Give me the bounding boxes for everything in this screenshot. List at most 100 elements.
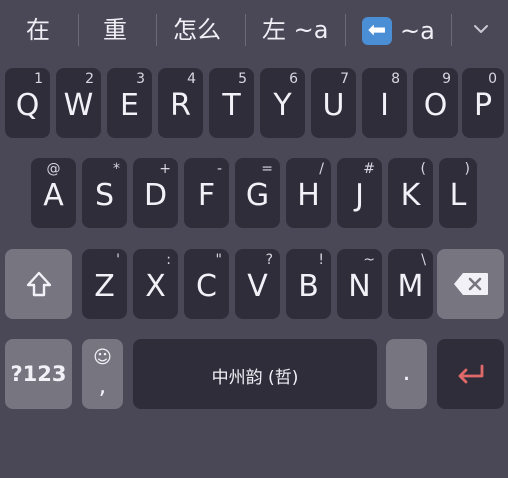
expand-candidates-chevron-down-icon[interactable]	[470, 16, 492, 42]
comma-label: ,	[98, 371, 107, 399]
key-hint: 4	[187, 71, 196, 87]
shift-key[interactable]	[5, 249, 72, 319]
key-letter: I	[380, 88, 389, 123]
key-hint: (	[420, 161, 426, 177]
key-letter: T	[222, 88, 241, 123]
candidate-4[interactable]: 左 ~a	[262, 12, 328, 48]
key-u[interactable]: 7U	[311, 68, 356, 138]
key-letter: G	[245, 178, 270, 213]
key-m[interactable]: \ M	[388, 249, 433, 319]
key-hint: 5	[238, 71, 247, 87]
key-hint: ?	[265, 252, 273, 268]
key-a[interactable]: @ A	[31, 158, 76, 228]
key-p[interactable]: 0P	[462, 68, 504, 138]
period-key[interactable]: .	[386, 339, 427, 409]
key-w[interactable]: 2W	[56, 68, 101, 138]
shift-arrow-icon	[25, 270, 53, 298]
key-letter: W	[63, 88, 94, 123]
key-letter: U	[322, 88, 345, 123]
key-t[interactable]: 5T	[209, 68, 254, 138]
key-hint: 3	[136, 71, 145, 87]
key-letter: R	[170, 88, 191, 123]
key-letter: K	[400, 178, 421, 213]
key-o[interactable]: 9O	[413, 68, 458, 138]
candidate-5[interactable]: ⬅ ~a	[362, 12, 435, 48]
key-letter: D	[143, 178, 168, 213]
key-letter: Q	[15, 88, 40, 123]
candidate-1[interactable]: 在	[26, 12, 50, 48]
key-hint: 7	[340, 71, 349, 87]
key-letter: S	[94, 178, 115, 213]
key-hint: 0	[488, 71, 497, 87]
smiley-icon: ☺	[93, 347, 112, 368]
space-key[interactable]: 中州韵 (哲)	[133, 339, 377, 409]
key-letter: H	[297, 178, 320, 213]
key-y[interactable]: 6Y	[260, 68, 305, 138]
key-hint: 6	[289, 71, 298, 87]
key-letter: L	[449, 178, 467, 213]
key-f[interactable]: -F	[184, 158, 229, 228]
key-v[interactable]: ? V	[235, 249, 280, 319]
key-n[interactable]: ~ N	[337, 249, 382, 319]
key-hint: /	[319, 161, 324, 177]
key-letter: A	[43, 178, 64, 213]
key-hint: =	[261, 161, 273, 177]
key-hint: *	[113, 161, 120, 177]
key-hint: -	[216, 161, 222, 177]
key-letter: O	[423, 88, 448, 123]
emoji-comma-key[interactable]: ☺ ,	[82, 339, 123, 409]
key-h[interactable]: / H	[286, 158, 331, 228]
symbols-key[interactable]: ?123	[5, 339, 72, 409]
key-hint: !	[318, 252, 324, 268]
key-hint: )	[464, 161, 470, 177]
key-letter: Y	[273, 88, 292, 123]
key-hint: :	[166, 252, 171, 268]
candidate-divider	[245, 14, 246, 46]
key-hint: @	[46, 161, 61, 177]
key-d[interactable]: + D	[133, 158, 178, 228]
space-key-label: 中州韵 (哲)	[211, 368, 299, 388]
backspace-key[interactable]	[437, 249, 504, 319]
candidate-2[interactable]: 重	[103, 12, 127, 48]
key-hint: 2	[85, 71, 94, 87]
key-z[interactable]: ' Z	[82, 249, 127, 319]
key-x[interactable]: :X	[133, 249, 178, 319]
key-letter: P	[473, 88, 493, 123]
key-hint: '	[116, 252, 120, 268]
key-letter: C	[196, 269, 217, 304]
key-r[interactable]: 4R	[158, 68, 203, 138]
key-j[interactable]: # J	[337, 158, 382, 228]
key-hint: 9	[442, 71, 451, 87]
key-letter: V	[247, 269, 268, 304]
key-letter: Z	[94, 269, 115, 304]
candidate-divider	[156, 14, 157, 46]
backspace-icon	[453, 272, 489, 296]
candidate-3[interactable]: 怎么	[173, 12, 221, 48]
key-e[interactable]: 3E	[107, 68, 152, 138]
key-hint: 8	[391, 71, 400, 87]
candidate-5-text: ~a	[400, 17, 435, 45]
key-hint: +	[159, 161, 171, 177]
key-letter: N	[348, 269, 371, 304]
key-g[interactable]: = G	[235, 158, 280, 228]
key-letter: F	[197, 178, 216, 213]
key-i[interactable]: 8I	[362, 68, 407, 138]
key-s[interactable]: * S	[82, 158, 127, 228]
candidate-divider	[345, 14, 346, 46]
key-hint: ~	[363, 252, 375, 268]
period-label: .	[402, 357, 411, 387]
key-c[interactable]: " C	[184, 249, 229, 319]
key-letter: E	[120, 88, 139, 123]
enter-return-icon	[455, 362, 487, 386]
key-hint: "	[215, 252, 222, 268]
key-l[interactable]: ) L	[439, 158, 477, 228]
key-q[interactable]: 1Q	[5, 68, 50, 138]
key-k[interactable]: (K	[388, 158, 433, 228]
candidate-divider	[78, 14, 79, 46]
enter-key[interactable]	[437, 339, 504, 409]
symbols-key-label: ?123	[10, 362, 67, 386]
key-letter: B	[298, 269, 319, 304]
key-hint: #	[363, 161, 375, 177]
key-b[interactable]: ! B	[286, 249, 331, 319]
key-hint: 1	[34, 71, 43, 87]
